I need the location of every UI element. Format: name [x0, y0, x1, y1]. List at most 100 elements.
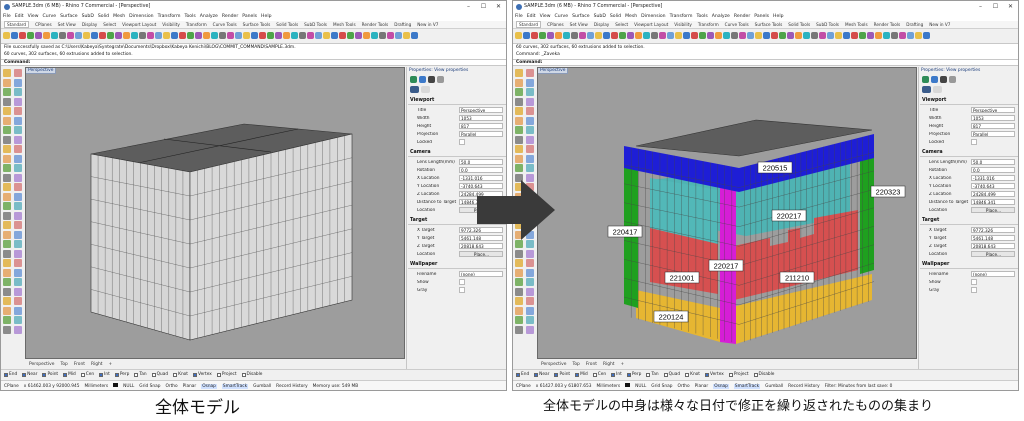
osnap-point[interactable]: Point: [554, 372, 570, 377]
toolbar-tool-icon[interactable]: [147, 31, 154, 39]
sidebar-tool-icon[interactable]: [3, 173, 11, 182]
status-units[interactable]: Millimeters: [596, 384, 620, 389]
close-icon[interactable]: ✕: [1003, 1, 1018, 12]
tab-curve-tools[interactable]: Curve Tools: [725, 22, 749, 27]
toolbar-tool-icon[interactable]: [691, 31, 698, 39]
sidebar-tool-icon[interactable]: [13, 306, 22, 315]
menu-help[interactable]: Help: [261, 14, 271, 19]
viewport-tab-front[interactable]: Front: [74, 362, 85, 367]
property-value[interactable]: Perspective: [459, 106, 503, 114]
osnap-cen[interactable]: Cen: [80, 372, 94, 377]
sidebar-tool-icon[interactable]: [13, 154, 22, 163]
toolbar-tool-icon[interactable]: [43, 31, 50, 39]
sidebar-tool-icon[interactable]: [13, 126, 22, 134]
sidebar-tool-icon[interactable]: [525, 297, 534, 305]
toolbar-tool-icon[interactable]: [379, 31, 386, 39]
tab-viewport-layout[interactable]: Viewport Layout: [634, 22, 668, 27]
property-value[interactable]: 14846.341: [971, 198, 1015, 206]
tab-mesh-tools[interactable]: Mesh Tools: [845, 22, 868, 27]
toolbar-tool-icon[interactable]: [643, 31, 650, 39]
osnap-knot[interactable]: Knot: [173, 372, 188, 377]
toolbar-tool-icon[interactable]: [163, 31, 170, 39]
checkbox[interactable]: [592, 372, 597, 377]
checkbox[interactable]: [663, 372, 668, 377]
toolbar-tool-icon[interactable]: [731, 31, 738, 39]
toolbar-tool-icon[interactable]: [827, 31, 834, 39]
checkbox[interactable]: [216, 372, 221, 377]
menu-curve[interactable]: Curve: [555, 14, 569, 19]
sidebar-tool-icon[interactable]: [515, 325, 523, 334]
sidebar-tool-icon[interactable]: [515, 154, 523, 163]
toolbar-tool-icon[interactable]: [515, 31, 522, 39]
property-tab-icon[interactable]: [949, 75, 956, 83]
sidebar-tool-icon[interactable]: [13, 78, 22, 87]
layer-swatch[interactable]: [625, 383, 631, 389]
sidebar-tool-icon[interactable]: [13, 278, 22, 286]
sidebar-tool-icon[interactable]: [3, 230, 11, 239]
minimize-icon[interactable]: –: [461, 1, 476, 12]
sidebar-tool-icon[interactable]: [515, 249, 523, 258]
toolbar-tool-icon[interactable]: [411, 31, 418, 39]
menu-mesh[interactable]: Mesh: [113, 14, 125, 19]
property-value[interactable]: 50.0: [971, 158, 1015, 166]
toolbar-tool-icon[interactable]: [243, 31, 250, 39]
toolbar-tool-icon[interactable]: [707, 31, 714, 39]
tab-standard[interactable]: Standard: [516, 21, 542, 28]
menu-dimension[interactable]: Dimension: [641, 14, 665, 19]
toolbar-tool-icon[interactable]: [547, 31, 554, 39]
osnap-int[interactable]: Int: [611, 372, 622, 377]
sidebar-tool-icon[interactable]: [3, 211, 11, 220]
checkbox[interactable]: [611, 372, 616, 377]
sidebar-tool-icon[interactable]: [13, 297, 22, 305]
tab-render-tools[interactable]: Render Tools: [362, 22, 389, 27]
status-ortho[interactable]: Ortho: [677, 384, 689, 389]
property-value[interactable]: 0.0: [459, 166, 503, 174]
sidebar-tool-icon[interactable]: [3, 192, 11, 201]
toolbar-tool-icon[interactable]: [523, 31, 530, 39]
toolbar-tool-icon[interactable]: [315, 31, 322, 39]
toolbar-tool-icon[interactable]: [235, 31, 242, 39]
property-value[interactable]: 817: [971, 122, 1015, 130]
sidebar-tool-icon[interactable]: [13, 221, 22, 229]
tab-render-tools[interactable]: Render Tools: [874, 22, 901, 27]
menu-tools[interactable]: Tools: [184, 14, 195, 19]
tab-display[interactable]: Display: [82, 22, 97, 27]
toolbar-tool-icon[interactable]: [635, 31, 642, 39]
toolbar-tool-icon[interactable]: [899, 31, 906, 39]
toolbar-tool-icon[interactable]: [619, 31, 626, 39]
property-value[interactable]: (none): [459, 270, 503, 278]
osnap-vertex[interactable]: Vertex: [705, 372, 724, 377]
sidebar-tool-icon[interactable]: [515, 69, 523, 77]
sidebar-tool-icon[interactable]: [3, 154, 11, 163]
toolbar-tool-icon[interactable]: [811, 31, 818, 39]
toolbar-tool-icon[interactable]: [771, 31, 778, 39]
sidebar-tool-icon[interactable]: [515, 116, 523, 125]
tab-set-view[interactable]: Set View: [570, 22, 588, 27]
osnap-point[interactable]: Point: [42, 372, 58, 377]
toolbar-tool-icon[interactable]: [203, 31, 210, 39]
toolbar-tool-icon[interactable]: [195, 31, 202, 39]
toolbar-tool-icon[interactable]: [787, 31, 794, 39]
sidebar-tool-icon[interactable]: [3, 316, 11, 324]
checkbox[interactable]: [4, 372, 8, 377]
toolbar-tool-icon[interactable]: [747, 31, 754, 39]
checkbox[interactable]: [685, 372, 690, 377]
sidebar-tool-icon[interactable]: [515, 164, 523, 172]
osnap-near[interactable]: Near: [534, 372, 549, 377]
toolbar-tool-icon[interactable]: [627, 31, 634, 39]
status-layer[interactable]: NULL: [635, 384, 646, 389]
toolbar-tool-icon[interactable]: [739, 31, 746, 39]
checkbox[interactable]: [63, 372, 68, 377]
sidebar-tool-icon[interactable]: [525, 259, 534, 267]
sidebar-tool-icon[interactable]: [13, 173, 22, 182]
toolbar-tool-icon[interactable]: [339, 31, 346, 39]
toolbar-tool-icon[interactable]: [275, 31, 282, 39]
viewport-tab-perspective[interactable]: Perspective: [29, 362, 54, 367]
status-cplane[interactable]: CPlane: [516, 384, 531, 389]
sidebar-tool-icon[interactable]: [525, 78, 534, 87]
toolbar-tool-icon[interactable]: [251, 31, 258, 39]
tab-solid-tools[interactable]: Solid Tools: [788, 22, 810, 27]
viewport-tab-right[interactable]: Right: [91, 362, 103, 367]
sidebar-tool-icon[interactable]: [525, 306, 534, 315]
toolbar-tool-icon[interactable]: [699, 31, 706, 39]
